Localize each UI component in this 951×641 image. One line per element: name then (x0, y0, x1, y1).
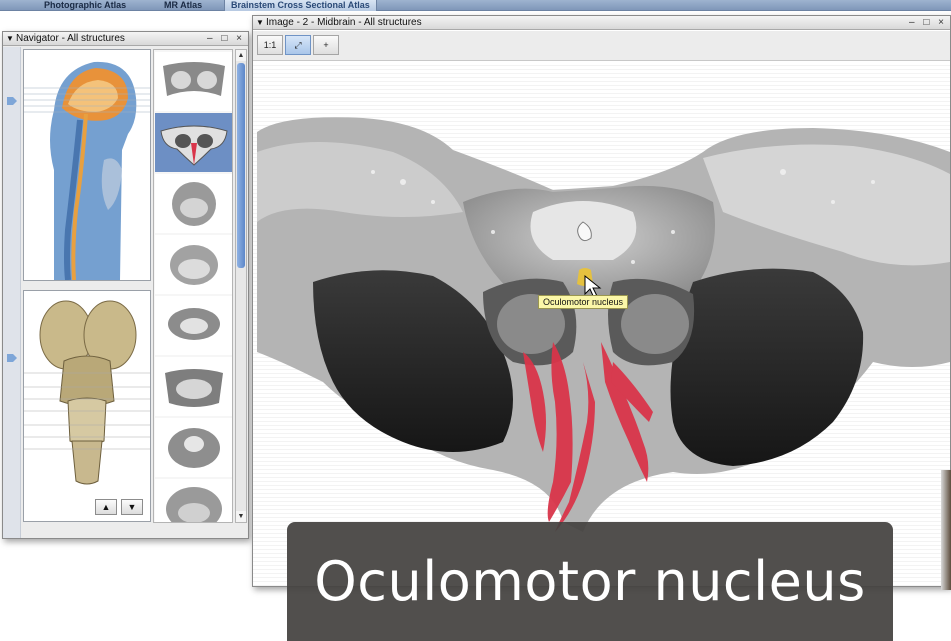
navigator-titlebar[interactable]: ▼ Navigator - All structures – □ × (3, 32, 248, 46)
video-caption: Oculomotor nucleus (287, 522, 893, 641)
thumbnail-scrollbar[interactable]: ▲ ▼ (235, 49, 247, 523)
scroll-down-icon[interactable]: ▼ (236, 511, 246, 522)
section-thumbnail[interactable] (155, 357, 232, 416)
structure-tooltip: Oculomotor nucleus (538, 295, 629, 309)
zoom-actual-size-button[interactable]: 1:1 (257, 35, 283, 55)
scroll-up-icon[interactable]: ▲ (236, 50, 246, 61)
midbrain-cross-section-image[interactable] (253, 62, 950, 586)
window-controls[interactable]: – □ × (207, 32, 245, 46)
background-window-edge (941, 470, 951, 590)
section-thumbnail[interactable] (155, 52, 232, 111)
level-marker-strip (3, 47, 21, 538)
image-toolbar: 1:1 ⤢ + (253, 31, 950, 61)
crosshair-pointer-button[interactable]: + (313, 35, 339, 55)
section-thumbnail-selected[interactable] (155, 113, 232, 172)
brainstem-overview-image[interactable] (23, 290, 151, 522)
sagittal-body-image[interactable] (23, 49, 151, 281)
collapse-triangle-icon[interactable]: ▼ (256, 16, 264, 30)
fit-to-window-button[interactable]: ⤢ (285, 35, 311, 55)
atlas-tab-bar: Photographic Atlas MR Atlas Brainstem Cr… (0, 0, 951, 11)
caption-text: Oculomotor nucleus (314, 550, 866, 613)
section-thumbnail-list (153, 49, 233, 523)
image-window: ▼ Image - 2 - Midbrain - All structures … (252, 15, 951, 587)
image-window-title: Image - 2 - Midbrain - All structures (266, 17, 422, 28)
section-thumbnail[interactable] (155, 235, 232, 294)
section-thumbnail[interactable] (155, 296, 232, 355)
level-marker-icon[interactable] (7, 354, 17, 362)
navigator-title: Navigator - All structures (16, 33, 125, 44)
navigator-window: ▼ Navigator - All structures – □ × ▲ ▼ ▲… (2, 31, 249, 539)
section-thumbnail[interactable] (155, 418, 232, 477)
section-thumbnail[interactable] (155, 174, 232, 233)
collapse-triangle-icon[interactable]: ▼ (6, 32, 14, 46)
tab-mr-atlas[interactable]: MR Atlas (158, 0, 208, 11)
level-marker-icon[interactable] (7, 97, 17, 105)
previous-level-button[interactable]: ▲ (95, 499, 117, 515)
image-window-titlebar[interactable]: ▼ Image - 2 - Midbrain - All structures … (253, 16, 950, 30)
window-controls[interactable]: – □ × (909, 16, 947, 30)
tab-photographic-atlas[interactable]: Photographic Atlas (38, 0, 132, 11)
section-thumbnail[interactable] (155, 479, 232, 522)
image-viewport[interactable]: Oculomotor nucleus (253, 62, 950, 586)
tab-brainstem-cross-sectional-atlas[interactable]: Brainstem Cross Sectional Atlas (224, 0, 377, 11)
scroll-thumb[interactable] (237, 63, 245, 268)
next-level-button[interactable]: ▼ (121, 499, 143, 515)
